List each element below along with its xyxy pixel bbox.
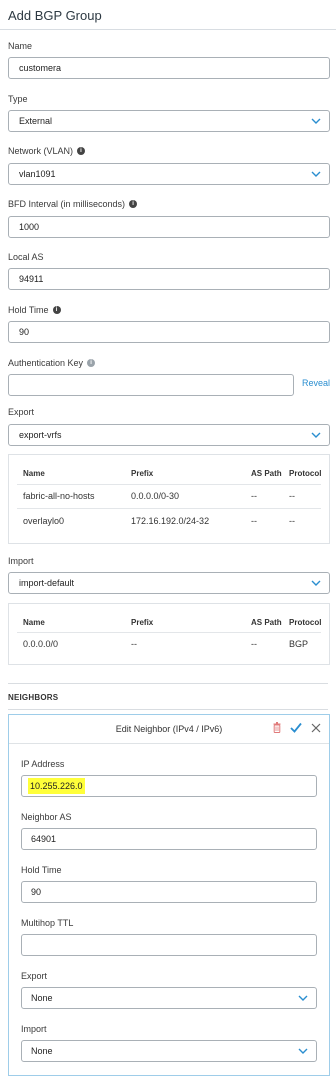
info-icon[interactable]: i — [129, 200, 138, 208]
page-title: Add BGP Group — [8, 8, 102, 23]
hold-time-input[interactable]: 90 — [8, 321, 330, 343]
bfd-input[interactable]: 1000 — [8, 216, 330, 238]
chevron-down-icon — [311, 118, 321, 124]
neighbor-import-label: Import — [21, 1024, 47, 1034]
cell-prefix: -- — [131, 639, 137, 649]
type-select-value: External — [19, 116, 53, 126]
import-label: Import — [8, 556, 34, 566]
neighbor-as-input[interactable]: 64901 — [21, 828, 317, 850]
column-header-prefix: Prefix — [131, 468, 154, 478]
type-select[interactable]: External — [8, 110, 330, 132]
neighbor-import-value: None — [31, 1046, 53, 1056]
cell-as-path: -- — [251, 639, 257, 649]
network-label: Network (VLAN) i — [8, 146, 86, 156]
edit-neighbor-header: Edit Neighbor (IPv4 / IPv6) — [9, 715, 329, 744]
multihop-ttl-label: Multihop TTL — [21, 918, 74, 928]
local-as-label: Local AS — [8, 252, 44, 262]
neighbor-export-value: None — [31, 993, 53, 1003]
reveal-link[interactable]: Reveal — [302, 378, 330, 388]
edit-neighbor-panel: Edit Neighbor (IPv4 / IPv6) IP Address 1… — [8, 714, 330, 1076]
cell-as-path: -- — [251, 491, 257, 501]
panel-header: Add BGP Group — [0, 0, 336, 30]
trash-icon[interactable] — [273, 722, 281, 733]
cell-name: 0.0.0.0/0 — [23, 639, 59, 649]
column-header-name: Name — [23, 617, 45, 627]
export-select-value: export-vrfs — [19, 430, 62, 440]
info-icon[interactable]: i — [87, 359, 96, 367]
cell-prefix: 172.16.192.0/24-32 — [131, 516, 210, 526]
name-input[interactable]: customera — [8, 57, 330, 79]
table-header-row: Name Prefix AS Path Protocol — [9, 610, 329, 634]
neighbor-as-label: Neighbor AS — [21, 812, 72, 822]
auth-key-label-text: Authentication Key — [8, 358, 84, 368]
cell-as-path: -- — [251, 516, 257, 526]
export-label: Export — [8, 407, 35, 417]
bfd-label-text: BFD Interval (in milliseconds) — [8, 199, 126, 209]
cell-protocol: -- — [289, 491, 295, 501]
neighbor-hold-time-input[interactable]: 90 — [21, 881, 317, 903]
table-header-row: Name Prefix AS Path Protocol — [9, 461, 329, 485]
info-icon[interactable]: i — [52, 306, 61, 314]
neighbor-export-label: Export — [21, 971, 48, 981]
multihop-ttl-input[interactable] — [21, 934, 317, 956]
import-select[interactable]: import-default — [8, 572, 330, 594]
divider — [8, 683, 328, 684]
network-select[interactable]: vlan1091 — [8, 163, 330, 185]
column-header-protocol: Protocol — [289, 617, 322, 627]
ip-address-input[interactable]: 10.255.226.0 — [21, 775, 317, 797]
column-header-as-path: AS Path — [251, 617, 282, 627]
neighbor-hold-time-label: Hold Time — [21, 865, 62, 875]
table-row[interactable]: fabric-all-no-hosts 0.0.0.0/0-30 -- -- — [9, 484, 329, 508]
hold-time-label-text: Hold Time — [8, 305, 49, 315]
local-as-input[interactable]: 94911 — [8, 268, 330, 290]
close-icon[interactable] — [311, 723, 321, 733]
neighbors-section-title: NEIGHBORS — [8, 693, 59, 702]
column-header-name: Name — [23, 468, 45, 478]
hold-time-label: Hold Time i — [8, 305, 61, 315]
bfd-label: BFD Interval (in milliseconds) i — [8, 199, 138, 209]
column-header-protocol: Protocol — [289, 468, 322, 478]
ip-address-value: 10.255.226.0 — [28, 778, 85, 794]
type-label: Type — [8, 94, 28, 104]
name-label: Name — [8, 41, 33, 51]
cell-name: overlaylo0 — [23, 516, 65, 526]
ip-address-label: IP Address — [21, 759, 65, 769]
column-header-as-path: AS Path — [251, 468, 282, 478]
neighbor-export-select[interactable]: None — [21, 987, 317, 1009]
neighbor-import-select[interactable]: None — [21, 1040, 317, 1062]
chevron-down-icon — [311, 432, 321, 438]
export-policy-table: Name Prefix AS Path Protocol fabric-all-… — [8, 454, 330, 544]
table-row[interactable]: 0.0.0.0/0 -- -- BGP — [9, 632, 329, 656]
edit-neighbor-title: Edit Neighbor (IPv4 / IPv6) — [115, 724, 223, 734]
chevron-down-icon — [298, 1048, 308, 1054]
network-label-text: Network (VLAN) — [8, 146, 74, 156]
export-select[interactable]: export-vrfs — [8, 424, 330, 446]
cell-name: fabric-all-no-hosts — [23, 491, 95, 501]
cell-prefix: 0.0.0.0/0-30 — [131, 491, 180, 501]
chevron-down-icon — [311, 171, 321, 177]
divider — [8, 709, 328, 710]
auth-key-input[interactable] — [8, 374, 294, 396]
chevron-down-icon — [311, 580, 321, 586]
column-header-prefix: Prefix — [131, 617, 154, 627]
chevron-down-icon — [298, 995, 308, 1001]
network-select-value: vlan1091 — [19, 169, 56, 179]
auth-key-label: Authentication Key i — [8, 358, 96, 368]
check-icon[interactable] — [290, 722, 302, 733]
table-row[interactable]: overlaylo0 172.16.192.0/24-32 -- -- — [9, 509, 329, 533]
import-policy-table: Name Prefix AS Path Protocol 0.0.0.0/0 -… — [8, 603, 330, 665]
import-select-value: import-default — [19, 578, 75, 588]
info-icon[interactable]: i — [77, 147, 86, 155]
cell-protocol: BGP — [289, 639, 309, 649]
neighbor-toolbar — [273, 722, 321, 733]
cell-protocol: -- — [289, 516, 295, 526]
